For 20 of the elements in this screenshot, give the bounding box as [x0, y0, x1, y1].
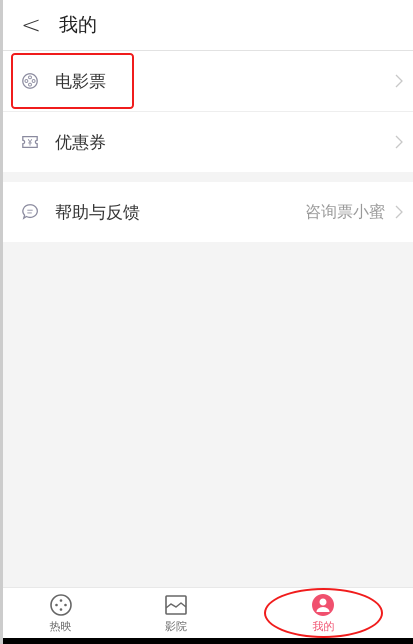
page-title: 我的 — [59, 13, 98, 38]
chevron-right-icon — [395, 135, 403, 149]
film-reel-icon — [21, 72, 39, 90]
back-button[interactable]: < — [21, 11, 42, 39]
item-label: 优惠券 — [55, 132, 106, 154]
item-value: 咨询票小蜜 — [305, 202, 385, 222]
picture-frame-icon — [164, 592, 188, 616]
user-icon — [311, 592, 336, 616]
menu-item[interactable]: 优惠券 — [3, 112, 413, 172]
tab[interactable]: 影院 — [118, 588, 234, 638]
film-reel-icon — [48, 592, 73, 616]
menu-item[interactable]: 电影票 — [3, 51, 413, 112]
chevron-right-icon — [395, 74, 403, 88]
chevron-right-icon — [395, 205, 403, 219]
chat-bubble-icon — [21, 203, 39, 221]
tab[interactable]: 热映 — [3, 588, 118, 638]
ticket-icon — [21, 133, 39, 151]
menu-item[interactable]: 帮助与反馈 咨询票小蜜 — [3, 182, 413, 242]
item-label: 电影票 — [55, 70, 106, 92]
item-label: 帮助与反馈 — [55, 202, 140, 224]
